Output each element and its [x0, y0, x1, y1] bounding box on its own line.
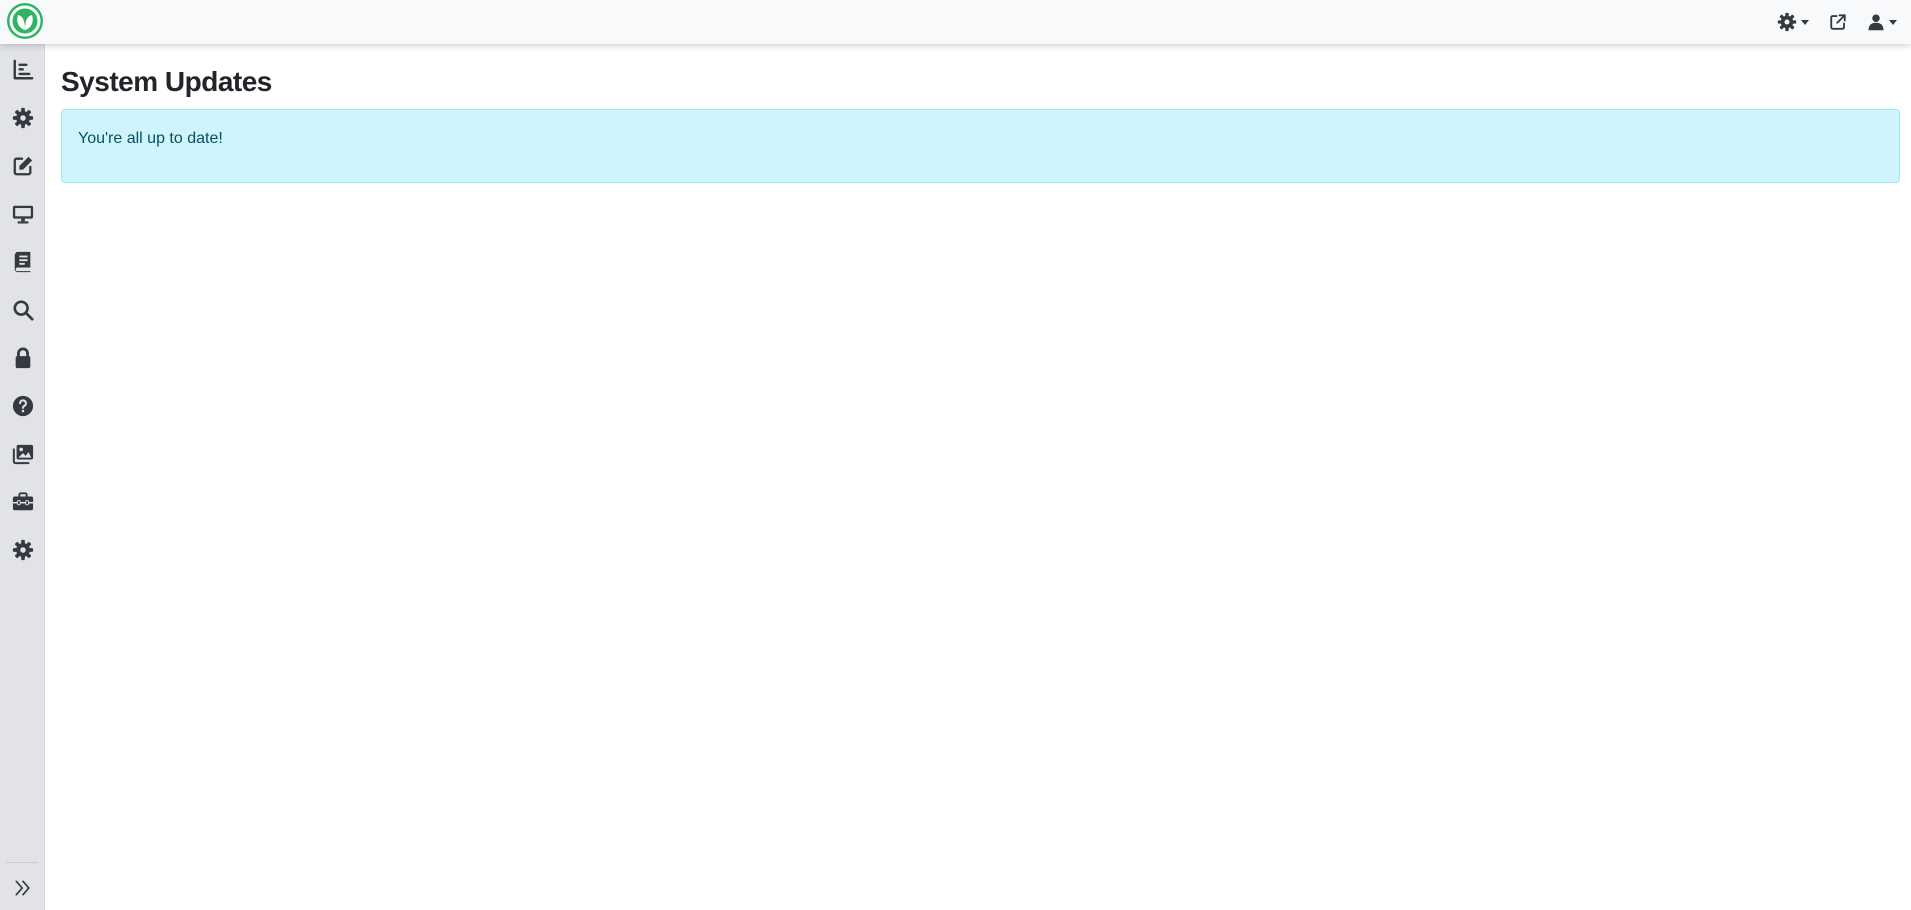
external-link-icon — [1830, 14, 1846, 30]
leaf-logo-icon — [9, 5, 41, 37]
sidebar-divider — [6, 862, 38, 863]
expand-icon — [15, 880, 30, 896]
sidebar-item-tools[interactable] — [0, 482, 45, 522]
sidebar-collapse-toggle[interactable] — [0, 868, 45, 908]
theme-dropdown-button[interactable] — [1773, 7, 1813, 37]
sidebar-item-media[interactable] — [0, 434, 45, 474]
chevron-down-icon — [1801, 19, 1809, 25]
toolbox-icon — [12, 492, 33, 511]
sidebar-item-library[interactable] — [0, 242, 45, 282]
sidebar-item-system[interactable] — [0, 530, 45, 570]
images-icon — [12, 444, 33, 465]
logo[interactable] — [7, 3, 43, 39]
main-content: System Updates You're all up to date! — [61, 44, 1900, 910]
sidebar-item-security[interactable] — [0, 338, 45, 378]
monitor-icon — [12, 205, 33, 224]
gear-icon — [12, 107, 33, 129]
open-site-button[interactable] — [1825, 7, 1851, 37]
sidebar-item-reports[interactable] — [0, 50, 45, 90]
book-icon — [14, 251, 30, 273]
sidebar-item-search[interactable] — [0, 290, 45, 330]
question-icon — [12, 395, 33, 417]
top-actions — [1773, 0, 1901, 44]
sidebar-item-settings[interactable] — [0, 98, 45, 138]
chevron-down-icon — [1889, 19, 1897, 25]
user-icon — [1868, 14, 1884, 31]
sidebar-item-content[interactable] — [0, 146, 45, 186]
sidebar-item-help[interactable] — [0, 386, 45, 426]
info-alert: You're all up to date! — [61, 109, 1900, 183]
gear-icon — [1777, 12, 1797, 32]
gear-icon — [12, 539, 33, 561]
search-icon — [12, 300, 34, 321]
sidebar — [0, 44, 45, 910]
top-navbar — [0, 0, 1911, 44]
lock-icon — [15, 347, 30, 369]
user-menu-button[interactable] — [1863, 7, 1901, 37]
edit-icon — [13, 156, 32, 176]
page-title: System Updates — [61, 66, 272, 97]
sidebar-item-display[interactable] — [0, 194, 45, 234]
chart-list-icon — [13, 59, 33, 80]
alert-message: You're all up to date! — [78, 130, 223, 147]
